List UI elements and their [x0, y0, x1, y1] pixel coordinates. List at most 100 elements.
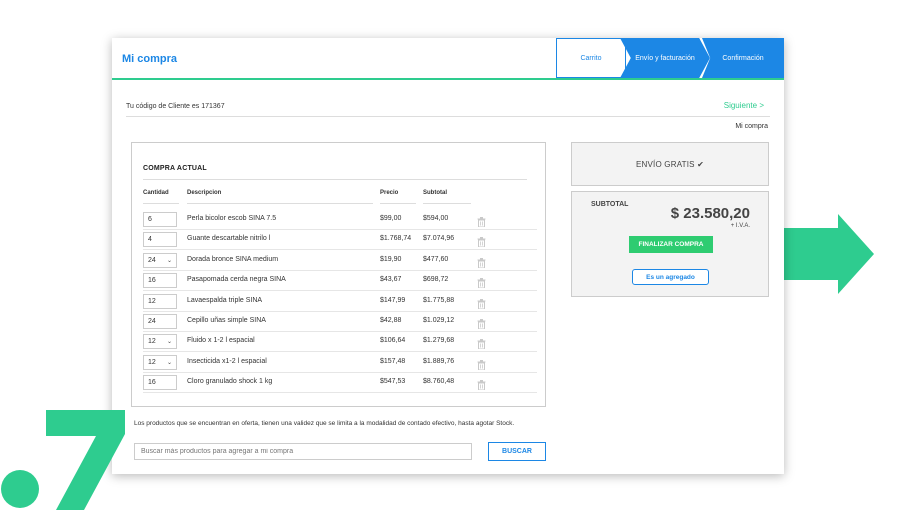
item-description: Fluido x 1-2 l espacial	[187, 337, 255, 345]
step-confirmation[interactable]: Confirmación	[702, 38, 784, 78]
item-price: $147,99	[380, 296, 406, 304]
order-summary: SUBTOTAL $ 23.580,20 + I.V.A. FINALIZAR …	[571, 191, 769, 297]
order-row: 12 Lavaespalda triple SINA $147,99 $1.775,8…	[143, 292, 537, 312]
header-rule	[380, 203, 416, 204]
quantity-field[interactable]: 12 ⌄	[143, 334, 177, 350]
chevron-down-icon: ⌄	[166, 257, 172, 264]
quantity-value: 16	[148, 277, 156, 285]
quantity-field[interactable]: 24 ⌄	[143, 252, 177, 268]
search-input[interactable]	[134, 443, 472, 460]
chevron-down-icon: ⌄	[166, 339, 172, 346]
item-description: Dorada bronce SINA medium	[187, 255, 279, 263]
trash-icon[interactable]	[477, 357, 486, 371]
quantity-field[interactable]: 24	[143, 314, 177, 329]
order-row: 12 ⌄ Fluido x 1-2 l espacial $106,64 $1.279,…	[143, 332, 537, 353]
item-subtotal: $1.775,88	[423, 296, 455, 304]
item-description: Pasapomada cerda negra SINA	[187, 276, 286, 284]
item-description: Cloro granulado shock 1 kg	[187, 378, 273, 386]
item-subtotal: $698,72	[423, 276, 449, 284]
top-bar: Mi compra Carrito Envío y facturación Co…	[112, 38, 784, 80]
item-description: Cepillo uñas simple SINA	[187, 317, 266, 324]
quantity-field[interactable]: 4	[143, 232, 177, 248]
quantity-value: 6	[148, 216, 152, 223]
item-price: $1.768,74	[380, 235, 412, 243]
title-rule	[143, 179, 527, 180]
right-arrow-icon	[782, 214, 874, 294]
order-row: 16 Cloro granulado shock 1 kg $547,53 $8.76…	[143, 373, 537, 394]
iva-note: + I.V.A.	[730, 223, 750, 229]
order-title: COMPRA ACTUAL	[143, 165, 207, 172]
header-rule	[143, 203, 179, 204]
breadcrumb: Mi compra	[735, 123, 768, 130]
purchase-window: Mi compra Carrito Envío y facturación Co…	[112, 38, 784, 474]
trash-icon[interactable]	[477, 336, 486, 350]
item-price: $42,88	[380, 317, 402, 324]
quantity-value: 24	[148, 318, 156, 325]
order-panel: COMPRA ACTUAL Cantidad Descripcion Preci…	[131, 142, 546, 407]
next-link[interactable]: Siguiente >	[724, 101, 764, 110]
is-addition-button[interactable]: Es un agregado	[632, 269, 709, 285]
item-description: Perla bicolor escob SINA 7.5	[187, 215, 277, 222]
order-row: 6 Perla bicolor escob SINA 7.5 $99,00 $594,…	[143, 210, 537, 230]
item-description: Lavaespalda triple SINA	[187, 296, 263, 304]
trash-icon[interactable]	[477, 214, 486, 228]
item-price: $19,90	[380, 255, 402, 263]
item-subtotal: $477,60	[423, 255, 449, 263]
header-rule	[423, 203, 471, 204]
client-code: Tu código de Cliente es 171367	[126, 103, 225, 110]
quantity-field[interactable]: 12	[143, 293, 177, 309]
quantity-field[interactable]: 12 ⌄	[143, 354, 177, 370]
item-price: $547,53	[380, 378, 406, 386]
order-row: 24 Cepillo uñas simple SINA $42,88 $1.029,1…	[143, 312, 537, 332]
column-header-price: Precio	[380, 190, 399, 196]
finish-purchase-button[interactable]: FINALIZAR COMPRA	[629, 236, 713, 253]
trash-icon[interactable]	[477, 377, 486, 391]
item-price: $157,48	[380, 357, 406, 365]
subtotal-label: SUBTOTAL	[591, 201, 629, 208]
quantity-value: 24	[148, 256, 156, 264]
quantity-value: 12	[148, 297, 156, 305]
search-button[interactable]: BUSCAR	[488, 442, 546, 461]
free-shipping-badge: ENVÍO GRATIS ✔	[571, 142, 769, 186]
trash-icon[interactable]	[477, 316, 486, 330]
step-cart[interactable]: Carrito	[556, 38, 626, 78]
quantity-field[interactable]: 16	[143, 273, 177, 289]
trash-icon[interactable]	[477, 255, 486, 269]
item-description: Guante descartable nitrilo l	[187, 235, 271, 243]
column-header-description: Descripcion	[187, 190, 222, 196]
page-title: Mi compra	[122, 53, 178, 65]
offer-note: Los productos que se encuentran en ofert…	[134, 420, 515, 427]
quantity-value: 4	[148, 236, 152, 244]
item-subtotal: $1.889,76	[423, 357, 455, 365]
item-subtotal: $1.029,12	[423, 317, 455, 324]
subtotal-value: $ 23.580,20	[670, 205, 750, 222]
chevron-down-icon: ⌄	[166, 359, 172, 366]
item-description: Insecticida x1-2 l espacial	[187, 357, 267, 365]
quantity-value: 12	[148, 358, 156, 366]
quantity-field[interactable]: 16	[143, 375, 177, 391]
trash-icon[interactable]	[477, 275, 486, 289]
order-row: 24 ⌄ Dorada bronce SINA medium $19,90 $477,6…	[143, 251, 537, 271]
divider	[126, 116, 770, 117]
item-subtotal: $594,00	[423, 215, 449, 222]
item-subtotal: $8.760,48	[423, 378, 455, 386]
item-price: $99,00	[380, 215, 402, 222]
column-header-quantity: Cantidad	[143, 190, 169, 196]
trash-icon[interactable]	[477, 296, 486, 310]
row-divider	[143, 392, 537, 394]
trash-icon[interactable]	[477, 234, 486, 248]
step-shipping-billing[interactable]: Envío y facturación	[620, 38, 710, 78]
item-price: $43,67	[380, 276, 402, 284]
column-header-subtotal: Subtotal	[423, 190, 447, 196]
item-subtotal: $1.279,68	[423, 337, 455, 345]
quantity-value: 12	[148, 338, 156, 346]
quantity-value: 16	[148, 379, 156, 387]
quantity-field[interactable]: 6	[143, 212, 177, 227]
seven-logo	[1, 410, 125, 510]
item-price: $106,64	[380, 337, 406, 345]
item-subtotal: $7.074,96	[423, 235, 455, 243]
order-row: 4 Guante descartable nitrilo l $1.768,74 $7…	[143, 230, 537, 251]
order-row: 16 Pasapomada cerda negra SINA $43,67 $698,…	[143, 271, 537, 292]
header-rule	[187, 203, 373, 204]
order-row: 12 ⌄ Insecticida x1-2 l espacial $157,48 $1.…	[143, 353, 537, 373]
